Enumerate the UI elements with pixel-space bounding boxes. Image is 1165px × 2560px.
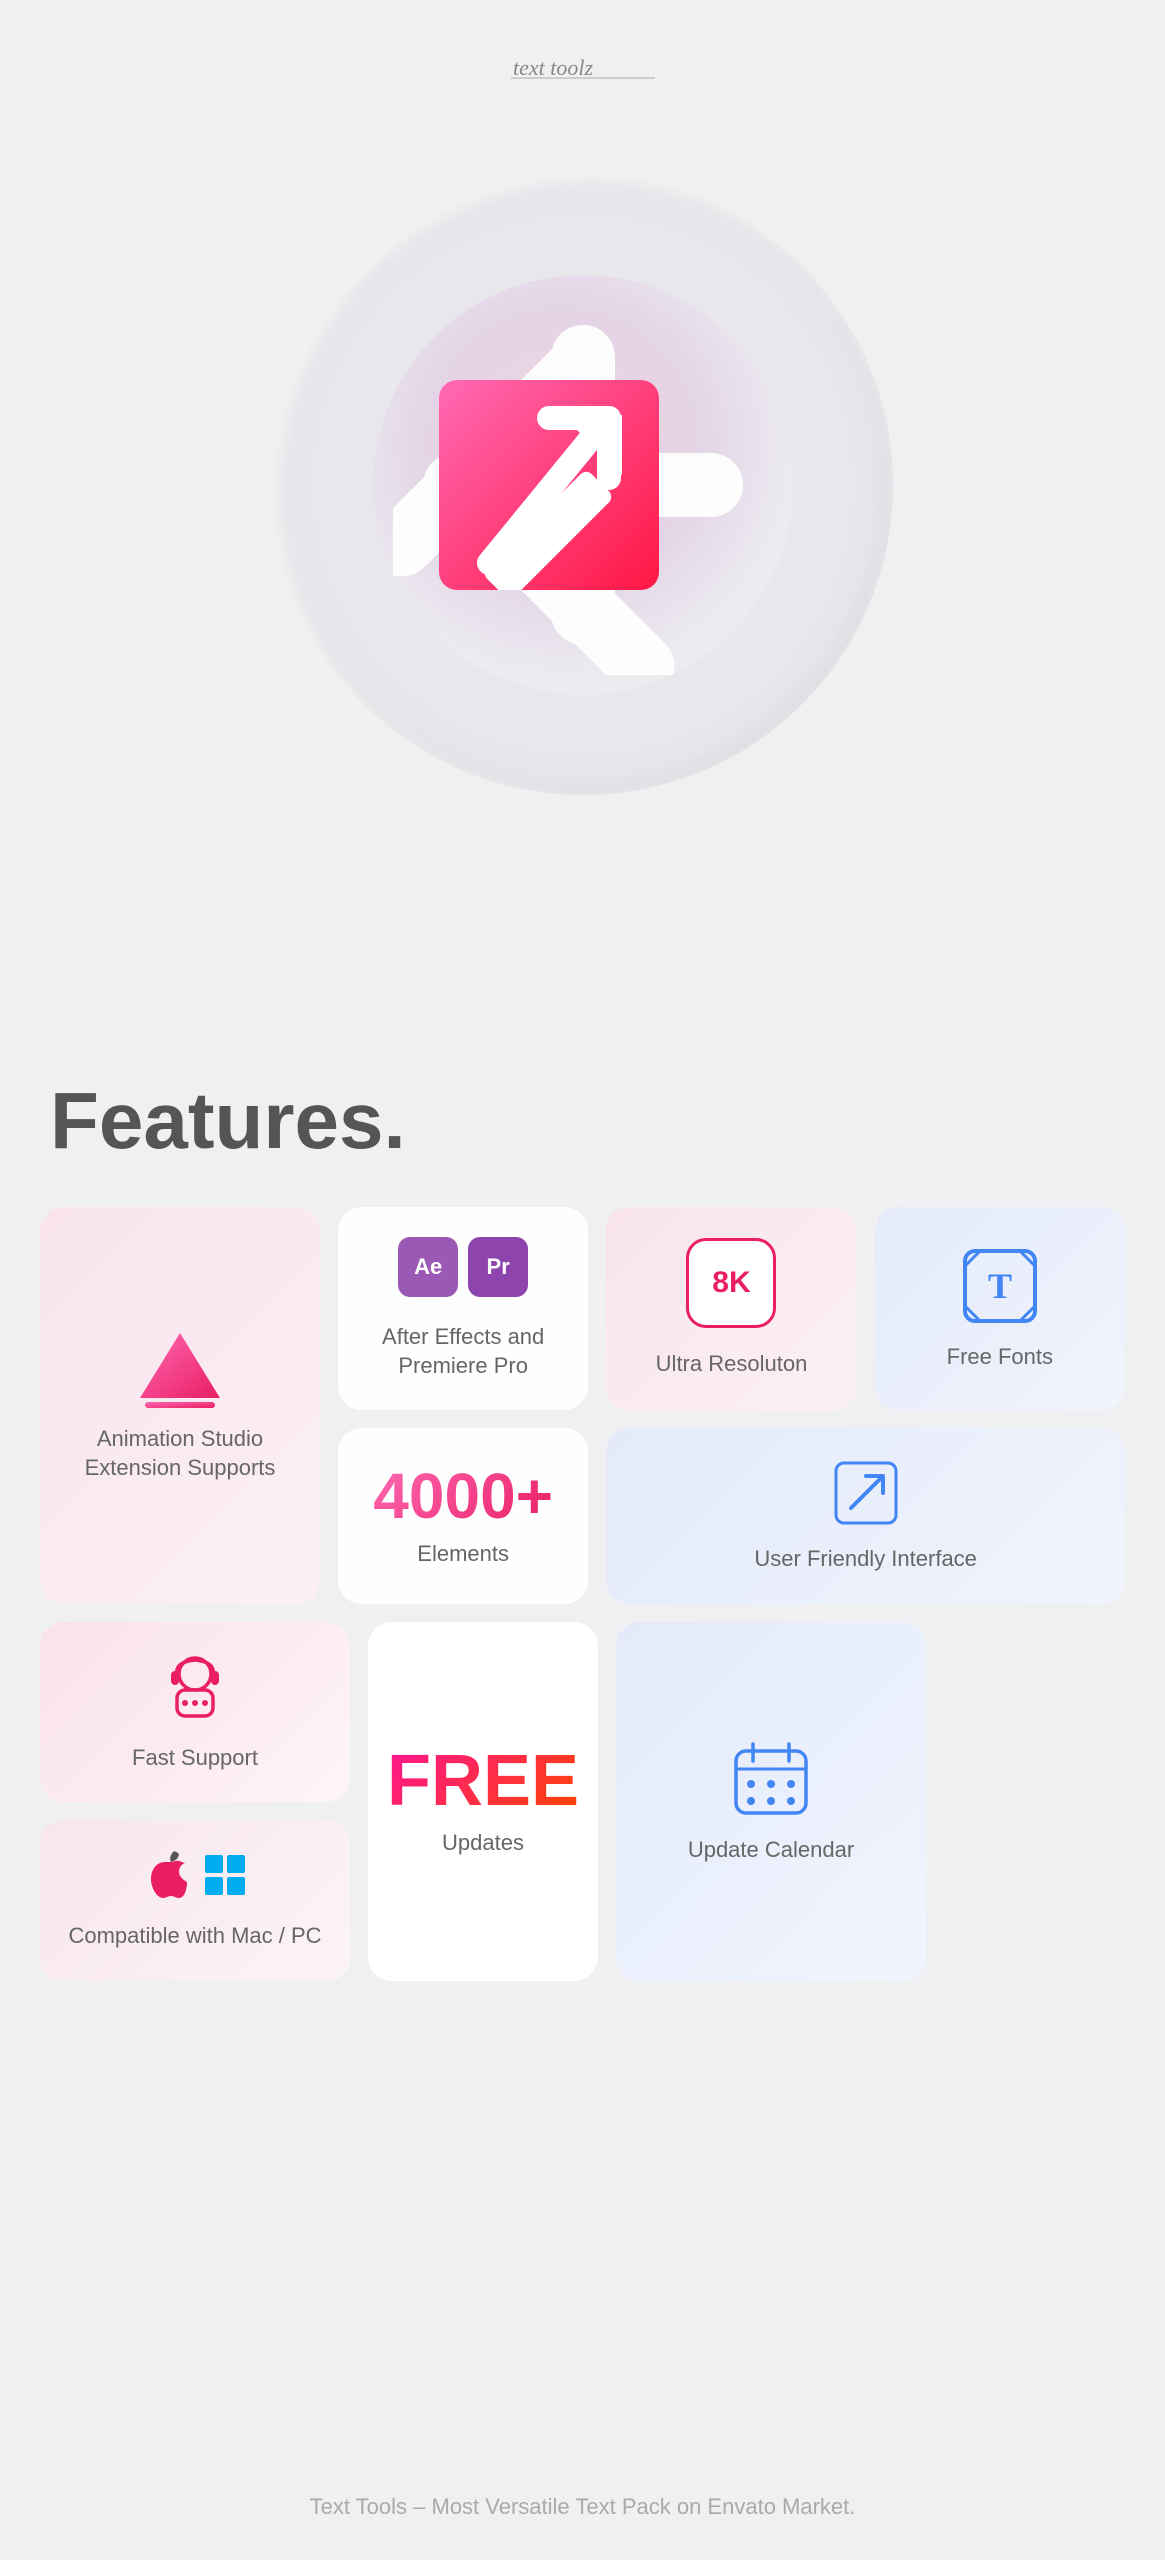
hero-circle-outer xyxy=(273,175,893,795)
animation-icon xyxy=(135,1328,225,1413)
support-label: Fast Support xyxy=(132,1744,258,1773)
hero-circle-inner xyxy=(373,275,793,695)
card-mac-pc: Compatible with Mac / PC xyxy=(40,1820,350,1981)
windows-icon xyxy=(203,1853,247,1897)
support-icon xyxy=(155,1652,235,1732)
card-free-fonts: T Free Fonts xyxy=(875,1207,1125,1410)
elements-label: Elements xyxy=(417,1540,509,1569)
ui-icon xyxy=(831,1458,901,1533)
8k-label: Ultra Resoluton xyxy=(656,1350,808,1379)
elements-count: 4000+ xyxy=(373,1464,553,1528)
animation-label: Animation Studio Extension Supports xyxy=(85,1425,276,1482)
card-fast-support: Fast Support xyxy=(40,1622,350,1803)
ae-pr-badges: Ae Pr xyxy=(398,1237,528,1297)
card-elements: 4000+ Elements xyxy=(338,1428,588,1604)
footer: Text Tools – Most Versatile Text Pack on… xyxy=(310,2464,856,2560)
features-grid-1: Animation Studio Extension Supports Ae P… xyxy=(40,1207,1125,1604)
logo: text toolz xyxy=(503,40,663,95)
fonts-label: Free Fonts xyxy=(947,1343,1053,1372)
svg-text:T: T xyxy=(988,1266,1012,1306)
ae-pr-label: After Effects and Premiere Pro xyxy=(358,1323,568,1380)
fonts-icon: T xyxy=(960,1246,1040,1331)
hero-composite xyxy=(373,235,793,735)
features-grid-2: Fast Support Co xyxy=(40,1622,1125,1981)
footer-text: Text Tools – Most Versatile Text Pack on… xyxy=(310,2494,856,2519)
apple-icon xyxy=(143,1850,187,1900)
card-animation-studio: Animation Studio Extension Supports xyxy=(40,1207,320,1604)
card-8k: 8K Ultra Resoluton xyxy=(606,1207,856,1410)
left-stack: Fast Support Co xyxy=(40,1622,350,1981)
card-free-updates: FREE Updates xyxy=(368,1622,598,1981)
mac-pc-icons xyxy=(143,1850,247,1900)
card-user-interface: User Friendly Interface xyxy=(606,1428,1125,1604)
8k-badge: 8K xyxy=(686,1238,776,1328)
card-ae-pr: Ae Pr After Effects and Premiere Pro xyxy=(338,1207,588,1410)
ae-badge: Ae xyxy=(398,1237,458,1297)
svg-text:text toolz: text toolz xyxy=(513,55,593,80)
free-updates-label: Updates xyxy=(442,1829,524,1858)
calendar-label: Update Calendar xyxy=(688,1836,854,1865)
free-text: FREE xyxy=(387,1745,579,1817)
macpc-label: Compatible with Mac / PC xyxy=(68,1922,321,1951)
spacer xyxy=(0,875,1165,1075)
features-section: Features. Animation St xyxy=(0,1075,1165,2041)
ui-label: User Friendly Interface xyxy=(754,1545,977,1574)
hero-section xyxy=(0,115,1165,875)
card-update-calendar: Update Calendar xyxy=(616,1622,926,1981)
arrow-icon xyxy=(439,380,659,590)
features-title: Features. xyxy=(40,1075,1125,1167)
header: text toolz xyxy=(0,0,1165,115)
calendar-icon xyxy=(731,1739,811,1824)
pr-badge: Pr xyxy=(468,1237,528,1297)
